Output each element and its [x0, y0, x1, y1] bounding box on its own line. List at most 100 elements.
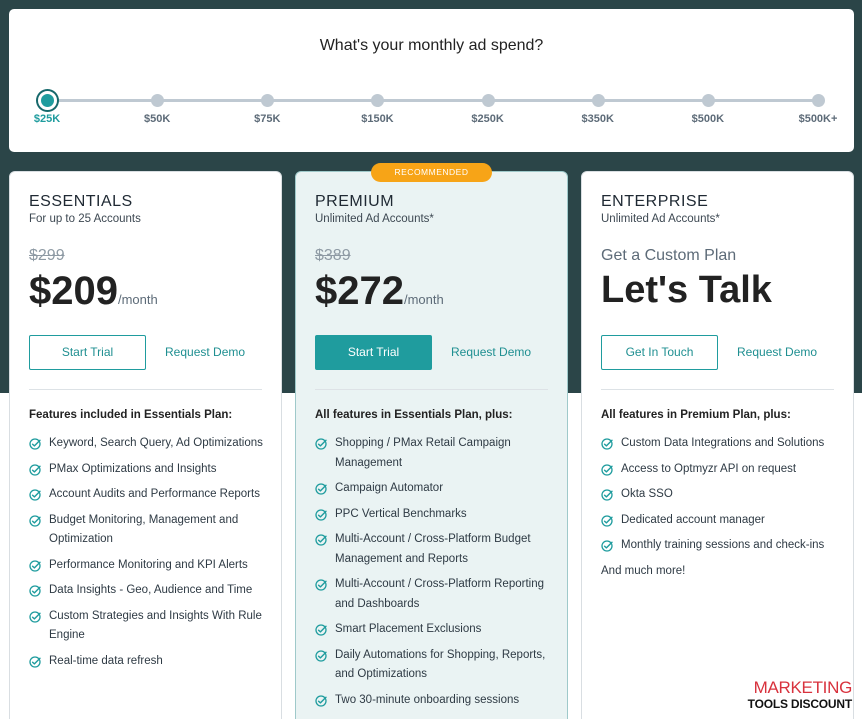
feature-item: Real-time data refresh — [29, 652, 269, 672]
feature-item: Account Audits and Performance Reports — [29, 485, 269, 505]
old-price: $389 — [315, 247, 351, 264]
feature-text: Multi-Account / Cross-Platform Budget Ma… — [335, 533, 531, 565]
get-in-touch-button[interactable]: Get In Touch — [601, 335, 718, 370]
check-circle-icon — [29, 463, 41, 476]
start-trial-button[interactable]: Start Trial — [29, 335, 146, 370]
feature-item: PMax Optimizations and Insights — [29, 460, 269, 480]
check-circle-icon — [315, 694, 327, 707]
feature-text: PMax Optimizations and Insights — [49, 462, 217, 475]
check-circle-icon — [29, 489, 41, 501]
slider-stop-label[interactable]: $150K — [361, 113, 393, 125]
feature-item: PPC Vertical Benchmarks — [315, 505, 555, 525]
feature-item: Monthly training sessions and check-ins — [601, 536, 841, 556]
feature-item: Performance Monitoring and KPI Alerts — [29, 556, 269, 576]
price-period: /month — [117, 292, 158, 307]
check-circle-icon — [29, 438, 41, 450]
feature-item: Shopping / PMax Retail Campaign Manageme… — [315, 434, 555, 473]
feature-text: Shopping / PMax Retail Campaign Manageme… — [335, 437, 511, 469]
feature-item: Two 30-minute onboarding sessions — [315, 691, 555, 711]
plan-subtitle: Unlimited Ad Accounts* — [315, 213, 434, 225]
price-value: $209 — [29, 269, 118, 313]
feature-item: Access to Optmyzr API on request — [601, 460, 841, 480]
plan-name: ENTERPRISE — [601, 193, 709, 210]
check-circle-icon — [601, 438, 613, 450]
divider — [601, 389, 834, 390]
price-period: /month — [403, 292, 444, 307]
feature-text: Campaign Automator — [335, 482, 444, 494]
check-circle-icon — [601, 540, 613, 552]
check-circle-icon — [29, 610, 41, 623]
slider-stop-label[interactable]: $500K+ — [799, 113, 838, 125]
feature-item: Budget Monitoring, Management and Optimi… — [29, 511, 269, 550]
feature-text: Daily Automations for Shopping, Reports,… — [335, 648, 546, 681]
marketing-tools-discount-logo: MARKETING TOOLS DISCOUNT — [740, 678, 852, 716]
slider-stop-2[interactable] — [261, 94, 275, 107]
feature-text: Smart Placement Exclusions — [335, 623, 482, 635]
slider-stop-label[interactable]: $250K — [471, 113, 503, 125]
logo-text-top: MARKETING — [753, 678, 853, 697]
slider-stop-label[interactable]: $350K — [581, 113, 613, 125]
feature-item: Daily Automations for Shopping, Reports,… — [315, 646, 555, 685]
slider-stop-label[interactable]: $500K — [692, 113, 724, 125]
slider-stop-5[interactable] — [591, 94, 605, 107]
plan-name: PREMIUM — [315, 193, 395, 210]
feature-item: Okta SSO — [601, 485, 841, 505]
ad-spend-title: What's your monthly ad spend? — [319, 37, 544, 54]
feature-item: Multi-Account / Cross-Platform Reporting… — [315, 575, 555, 614]
check-circle-icon — [29, 559, 41, 572]
lets-talk-heading: Let's Talk — [601, 269, 772, 311]
feature-text: Custom Data Integrations and Solutions — [621, 437, 825, 449]
feature-text: Okta SSO — [621, 488, 673, 500]
feature-text: Account Audits and Performance Reports — [49, 488, 260, 500]
check-circle-icon — [315, 534, 327, 546]
feature-text: Dedicated account manager — [621, 513, 765, 526]
feature-text: Access to Optmyzr API on request — [621, 462, 797, 475]
request-demo-link[interactable]: Request Demo — [165, 345, 245, 359]
check-circle-icon — [601, 463, 613, 476]
feature-text: PPC Vertical Benchmarks — [335, 507, 467, 520]
plan-subtitle: For up to 25 Accounts — [29, 213, 141, 225]
feature-text: Custom Strategies and Insights With Rule… — [49, 609, 262, 642]
slider-stop-7[interactable] — [812, 94, 825, 107]
feature-list: Keyword, Search Query, Ad Optimizations P… — [29, 434, 269, 677]
features-heading: All features in Premium Plan, plus: — [601, 409, 791, 421]
feature-text: Data Insights - Geo, Audience and Time — [49, 584, 253, 596]
request-demo-link[interactable]: Request Demo — [737, 345, 817, 359]
feature-text: Keyword, Search Query, Ad Optimizations — [49, 437, 263, 449]
request-demo-link[interactable]: Request Demo — [451, 345, 531, 359]
slider-stop-label[interactable]: $50K — [144, 113, 170, 125]
slider-stop-3[interactable] — [371, 94, 385, 107]
features-heading: All features in Essentials Plan, plus: — [315, 409, 513, 421]
check-circle-icon — [315, 483, 327, 495]
check-circle-icon — [315, 579, 327, 591]
price-value: $272 — [315, 269, 404, 313]
slider-stop-4[interactable] — [481, 94, 495, 107]
feature-item: Custom Data Integrations and Solutions — [601, 434, 841, 454]
price: $209/month — [29, 269, 158, 314]
slider-stop-0[interactable] — [38, 91, 57, 110]
recommended-badge: RECOMMENDED — [371, 163, 492, 182]
feature-item: Multi-Account / Cross-Platform Budget Ma… — [315, 530, 555, 569]
feature-item: Custom Strategies and Insights With Rule… — [29, 607, 269, 646]
check-circle-icon — [601, 514, 613, 527]
plan-name: ESSENTIALS — [29, 193, 133, 210]
feature-text: Two 30-minute onboarding sessions — [335, 693, 520, 706]
feature-text: Real-time data refresh — [49, 654, 163, 667]
check-circle-icon — [601, 489, 613, 501]
feature-item: Campaign Automator — [315, 479, 555, 499]
ad-spend-selector: What's your monthly ad spend? $25K $50K $7… — [9, 9, 854, 152]
feature-text: Budget Monitoring, Management and Optimi… — [49, 513, 239, 546]
slider-stop-6[interactable] — [701, 94, 715, 107]
check-circle-icon — [29, 655, 41, 668]
feature-item: Dedicated account manager — [601, 511, 841, 531]
slider-stop-label[interactable]: $25K — [34, 113, 60, 125]
logo-text-bottom: TOOLS DISCOUNT — [747, 697, 853, 711]
plan-subtitle: Unlimited Ad Accounts* — [601, 213, 720, 225]
and-much-more-text: And much more! — [601, 565, 686, 577]
check-circle-icon — [315, 438, 327, 450]
start-trial-button[interactable]: Start Trial — [315, 335, 432, 370]
price: $272/month — [315, 269, 444, 314]
feature-item: Data Insights - Geo, Audience and Time — [29, 581, 269, 601]
slider-stop-1[interactable] — [151, 94, 165, 107]
slider-stop-label[interactable]: $75K — [254, 113, 280, 125]
